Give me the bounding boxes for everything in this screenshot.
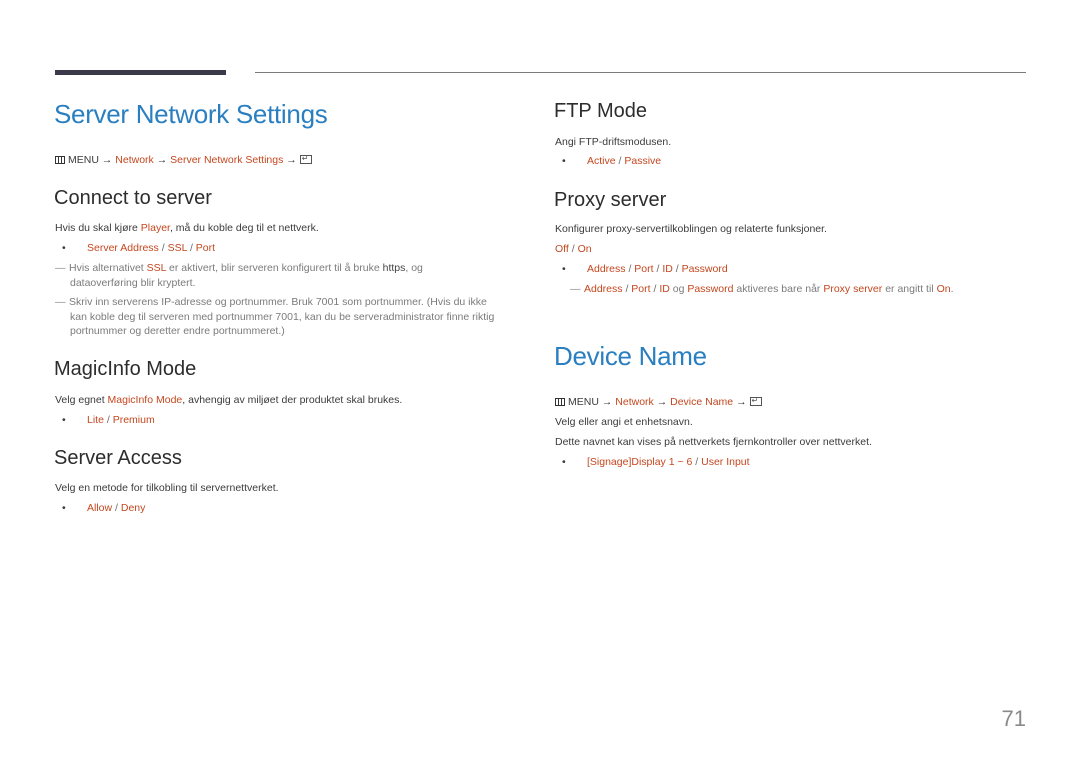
player-term: Player [140, 222, 170, 234]
device-description-1: Velg eller angi et enhetsnavn. [555, 416, 693, 428]
text: kan koble deg til serveren med portnumme… [70, 310, 495, 323]
note-ssl: — Hvis alternativet SSL er aktivert, blir… [55, 261, 525, 290]
access-options: • Allow / Deny [62, 502, 146, 514]
option-id: ID [662, 263, 673, 275]
breadcrumb-menu: MENU [68, 154, 99, 166]
text: , avhengig av miljøet der produktet skal… [182, 394, 403, 406]
heading-ftp-mode: FTP Mode [554, 100, 647, 122]
menu-icon [55, 156, 65, 164]
magicinfo-description: Velg egnet MagicInfo Mode, avhengig av m… [55, 393, 402, 407]
access-description: Velg en metode for tilkobling til server… [55, 482, 279, 494]
port-term: Port [631, 283, 651, 295]
arrow-icon: → [156, 154, 168, 166]
note-proxy: — Address / Port / ID og Password aktiver… [570, 283, 954, 295]
text: , må du koble deg til et nettverk. [169, 222, 319, 234]
option-premium: Premium [112, 414, 155, 426]
device-options: • [Signage]Display 1 ~ 6 / User Input [562, 456, 750, 468]
id-term: ID [659, 283, 670, 295]
heading-magicinfo-mode: MagicInfo Mode [54, 358, 197, 380]
option-signage-display: [Signage]Display 1 ~ 6 [587, 456, 693, 468]
option-password: Password [681, 263, 728, 275]
breadcrumb-menu: MENU [568, 396, 599, 408]
bullet-icon: • [62, 414, 66, 426]
header-rule-thin [255, 72, 1026, 73]
https-term: https [382, 262, 406, 274]
breadcrumb-network[interactable]: Network [115, 154, 154, 166]
enter-icon [299, 152, 312, 166]
ftp-description: Angi FTP-driftsmodusen. [555, 136, 672, 148]
bullet-icon: • [562, 456, 566, 468]
option-port: Port [634, 263, 654, 275]
bullet-icon: • [562, 155, 566, 167]
arrow-icon: → [736, 396, 747, 408]
option-user-input: User Input [701, 456, 750, 468]
bullet-icon: • [62, 502, 66, 514]
breadcrumb-server-network-settings[interactable]: Server Network Settings [170, 154, 283, 166]
heading-connect-to-server: Connect to server [54, 187, 212, 209]
magicinfo-term: MagicInfo Mode [107, 394, 183, 406]
magicinfo-options: • Lite / Premium [62, 414, 155, 426]
connect-description: Hvis du skal kjøre Player, må du koble d… [55, 221, 319, 235]
text: Hvis alternativet [69, 262, 147, 274]
ftp-options: • Active / Passive [562, 155, 662, 167]
text: er aktivert, blir serveren konfigurert t… [166, 262, 383, 274]
address-term: Address [584, 283, 623, 295]
breadcrumb-network[interactable]: Network [615, 396, 654, 408]
password-term: Password [687, 283, 734, 295]
proxy-description: Konfigurer proxy-servertilkoblingen og r… [555, 223, 827, 235]
note-dash-icon: — [55, 296, 66, 308]
enter-icon [749, 394, 762, 408]
note-dash-icon: — [570, 283, 581, 295]
breadcrumb-device-name[interactable]: Device Name [670, 396, 733, 408]
heading-proxy-server: Proxy server [554, 189, 667, 211]
option-active: Active [587, 155, 616, 167]
text: portnummer og deretter endre portnummere… [70, 325, 285, 337]
text: , og [405, 262, 423, 274]
option-address: Address [587, 263, 626, 275]
text: . [950, 283, 954, 295]
bullet-icon: • [62, 242, 66, 254]
arrow-icon: → [286, 154, 297, 166]
proxy-options: • Address / Port / ID / Password [562, 263, 728, 275]
proxy-server-term: Proxy server [823, 283, 883, 295]
ssl-term: SSL [146, 262, 167, 274]
arrow-icon: → [656, 396, 668, 408]
on-term: On [936, 283, 951, 295]
option-lite: Lite [87, 414, 104, 426]
device-description-2: Dette navnet kan vises på nettverkets fj… [555, 436, 872, 448]
option-port: Port [195, 242, 216, 254]
text: Skriv inn serverens IP-adresse og portnu… [69, 296, 487, 308]
option-off: Off [555, 243, 569, 255]
arrow-icon: → [601, 396, 613, 408]
option-on: On [577, 243, 592, 255]
menu-icon [555, 398, 565, 406]
option-deny: Deny [120, 502, 146, 514]
page-number: 71 [1001, 706, 1026, 731]
connect-options: • Server Address / SSL / Port [62, 242, 216, 254]
device-name-title: Device Name [554, 341, 707, 371]
arrow-icon: → [101, 154, 113, 166]
option-ssl: SSL [167, 242, 188, 254]
bullet-icon: • [562, 263, 566, 275]
option-passive: Passive [624, 155, 662, 167]
option-server-address: Server Address [87, 242, 159, 254]
breadcrumb: MENU → Network → Server Network Settings… [55, 152, 312, 167]
header-rule-thick [55, 70, 226, 75]
text: Hvis du skal kjøre [55, 222, 141, 234]
heading-server-access: Server Access [54, 447, 182, 469]
text: og [669, 283, 688, 295]
proxy-toggle-options: Off / On [555, 243, 592, 255]
note-dash-icon: — [55, 262, 66, 274]
text: dataoverføring blir kryptert. [70, 276, 196, 289]
note-port: — Skriv inn serverens IP-adresse og portn… [55, 295, 535, 339]
option-allow: Allow [87, 502, 113, 514]
device-breadcrumb: MENU → Network → Device Name → [555, 394, 762, 409]
text: Velg egnet [55, 394, 108, 406]
text: er angitt til [882, 283, 937, 295]
page-title: Server Network Settings [54, 99, 328, 129]
text: aktiveres bare når [733, 283, 824, 295]
